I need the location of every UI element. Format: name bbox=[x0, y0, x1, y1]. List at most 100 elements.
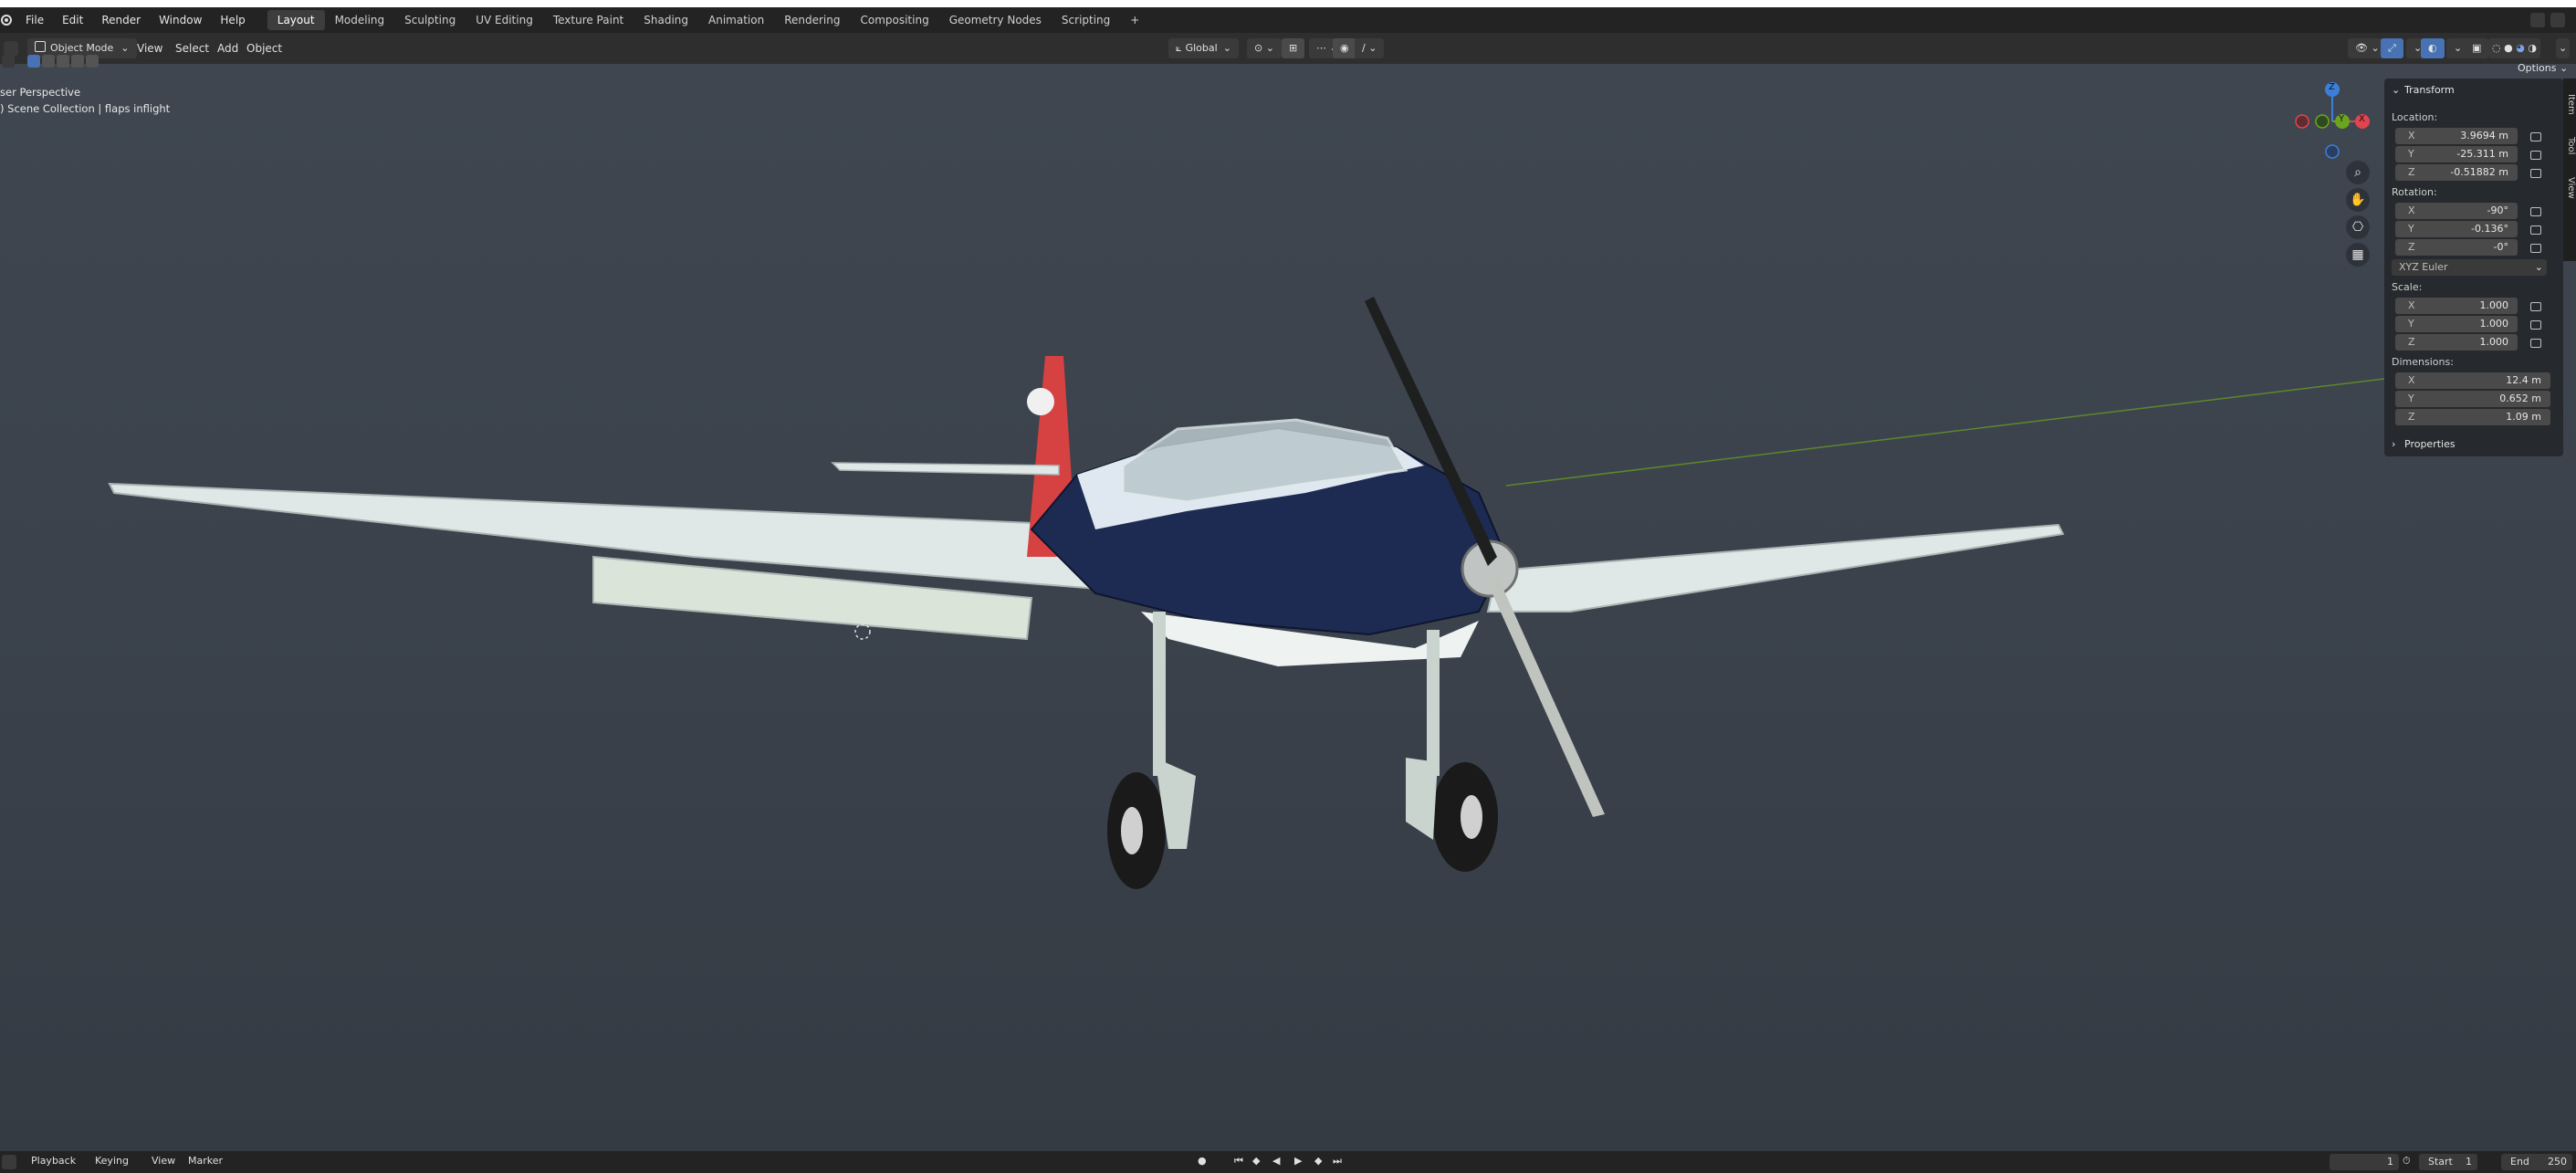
play-icon[interactable]: ▶ bbox=[1294, 1155, 1302, 1167]
menu-object[interactable]: Object bbox=[246, 38, 282, 58]
view-layer-icon[interactable] bbox=[2550, 13, 2565, 27]
menu-file[interactable]: File bbox=[16, 7, 53, 33]
tab-sculpting[interactable]: Sculpting bbox=[394, 10, 466, 30]
select-mode-invert-icon[interactable] bbox=[71, 55, 84, 68]
lock-icon[interactable] bbox=[2530, 169, 2541, 178]
menu-add[interactable]: Add bbox=[217, 38, 238, 58]
tab-texture-paint[interactable]: Texture Paint bbox=[543, 10, 634, 30]
rendered-shading-icon[interactable]: ◑ bbox=[2528, 42, 2537, 54]
lock-icon[interactable] bbox=[2530, 132, 2541, 141]
scene-selector-icon[interactable] bbox=[2530, 13, 2545, 27]
select-mode-new-icon[interactable] bbox=[27, 55, 40, 68]
gizmo-toggle[interactable]: ⤢ bbox=[2381, 38, 2403, 58]
current-frame-field[interactable]: 1 bbox=[2330, 1154, 2399, 1170]
menu-select[interactable]: Select bbox=[175, 38, 209, 58]
shading-dropdown[interactable]: ⌄ bbox=[2556, 38, 2571, 58]
airplane-model[interactable] bbox=[0, 64, 2576, 1151]
menu-edit[interactable]: Edit bbox=[53, 7, 92, 33]
tab-item[interactable]: Item bbox=[2563, 86, 2576, 122]
proportional-falloff-dropdown[interactable]: ∕ ⌄ bbox=[1355, 38, 1385, 58]
tab-animation[interactable]: Animation bbox=[698, 10, 774, 30]
scale-z-field[interactable]: Z 1.000 bbox=[2395, 334, 2518, 351]
xray-toggle[interactable]: ▣ bbox=[2465, 38, 2489, 58]
end-frame-field[interactable]: End 250 bbox=[2501, 1154, 2572, 1170]
dimensions-x-field[interactable]: X 12.4 m bbox=[2395, 372, 2550, 389]
tab-layout[interactable]: Layout bbox=[267, 10, 325, 30]
lock-icon[interactable] bbox=[2530, 151, 2541, 160]
select-mode-intersect-icon[interactable] bbox=[86, 55, 99, 68]
next-keyframe-icon[interactable]: ◆ bbox=[1314, 1155, 1322, 1167]
add-workspace-button[interactable]: + bbox=[1120, 10, 1149, 30]
tab-tool[interactable]: Tool bbox=[2563, 128, 2576, 164]
record-icon[interactable]: ● bbox=[1198, 1155, 1207, 1167]
zoom-icon[interactable]: ⌕ bbox=[2346, 161, 2370, 184]
3d-viewport[interactable]: ser Perspective ) Scene Collection | fla… bbox=[0, 55, 2576, 1151]
menu-marker[interactable]: Marker bbox=[188, 1155, 223, 1167]
play-reverse-icon[interactable]: ◀ bbox=[1272, 1155, 1280, 1167]
menu-view[interactable]: View bbox=[137, 38, 162, 58]
select-mode-subtract-icon[interactable] bbox=[57, 55, 69, 68]
blender-logo-icon[interactable] bbox=[0, 14, 13, 26]
lock-icon[interactable] bbox=[2530, 207, 2541, 216]
tab-view[interactable]: View bbox=[2563, 170, 2576, 206]
wireframe-shading-icon[interactable]: ◌ bbox=[2492, 42, 2501, 54]
rotation-x-field[interactable]: X -90° bbox=[2395, 203, 2518, 219]
dimensions-y-field[interactable]: Y 0.652 m bbox=[2395, 391, 2550, 407]
rotation-mode-dropdown[interactable]: XYZ Euler ⌄ bbox=[2392, 259, 2547, 276]
options-dropdown[interactable]: Options ⌄ bbox=[2510, 58, 2575, 79]
location-y-field[interactable]: Y -25.311 m bbox=[2395, 146, 2518, 162]
tab-scripting[interactable]: Scripting bbox=[1052, 10, 1120, 30]
navigation-gizmo[interactable]: Z X Y bbox=[2291, 80, 2373, 162]
scale-x-field[interactable]: X 1.000 bbox=[2395, 298, 2518, 314]
menu-help[interactable]: Help bbox=[211, 7, 254, 33]
material-shading-icon[interactable]: ◕ bbox=[2516, 42, 2525, 54]
menu-window[interactable]: Window bbox=[150, 7, 211, 33]
axis-label: Y bbox=[2408, 223, 2414, 235]
stopwatch-icon[interactable]: ⏱ bbox=[2403, 1155, 2411, 1168]
transform-header[interactable]: Transform bbox=[2404, 84, 2455, 96]
proportional-edit-toggle[interactable]: ◉ bbox=[1333, 38, 1356, 58]
tab-uv-editing[interactable]: UV Editing bbox=[466, 10, 543, 30]
solid-shading-icon[interactable]: ● bbox=[2504, 42, 2513, 54]
menu-render[interactable]: Render bbox=[92, 7, 150, 33]
axis-label: Y bbox=[2408, 148, 2414, 160]
select-tool-icon[interactable] bbox=[2, 55, 15, 68]
jump-start-icon[interactable]: ⏮ bbox=[1234, 1155, 1243, 1168]
lock-icon[interactable] bbox=[2530, 302, 2541, 311]
menu-view-timeline[interactable]: View bbox=[152, 1155, 175, 1167]
location-z-field[interactable]: Z -0.51882 m bbox=[2395, 164, 2518, 181]
editor-type-icon[interactable] bbox=[4, 41, 18, 56]
menu-keying[interactable]: Keying bbox=[95, 1155, 129, 1167]
pan-hand-icon[interactable]: ✋ bbox=[2346, 188, 2370, 212]
dimensions-z-field[interactable]: Z 1.09 m bbox=[2395, 409, 2550, 425]
location-x-field[interactable]: X 3.9694 m bbox=[2395, 128, 2518, 144]
rotation-z-field[interactable]: Z -0° bbox=[2395, 239, 2518, 256]
lock-icon[interactable] bbox=[2530, 320, 2541, 330]
transform-orientation-dropdown[interactable]: ⟀ Global ⌄ bbox=[1168, 38, 1239, 58]
tab-modeling[interactable]: Modeling bbox=[325, 10, 395, 30]
overlay-toggle[interactable]: ◐ bbox=[2421, 38, 2445, 58]
tab-rendering[interactable]: Rendering bbox=[774, 10, 850, 30]
jump-end-icon[interactable]: ⏭ bbox=[1333, 1155, 1342, 1168]
rotation-y-field[interactable]: Y -0.136° bbox=[2395, 221, 2518, 237]
camera-view-icon[interactable]: ⎔ bbox=[2346, 215, 2370, 239]
properties-header[interactable]: Properties bbox=[2404, 438, 2456, 450]
tab-geometry-nodes[interactable]: Geometry Nodes bbox=[939, 10, 1052, 30]
chevron-right-icon[interactable]: › bbox=[2392, 438, 2395, 450]
collapse-transform-icon[interactable]: ⌄ bbox=[2392, 84, 2400, 96]
tab-shading[interactable]: Shading bbox=[634, 10, 698, 30]
shading-modes[interactable]: ◌ ● ◕ ◑ bbox=[2488, 38, 2540, 58]
timeline-editor-icon[interactable] bbox=[2, 1155, 16, 1169]
pivot-point-button[interactable]: ⊙ ⌄ bbox=[1247, 38, 1282, 58]
lock-icon[interactable] bbox=[2530, 339, 2541, 348]
select-mode-extend-icon[interactable] bbox=[42, 55, 55, 68]
lock-icon[interactable] bbox=[2530, 225, 2541, 235]
lock-icon[interactable] bbox=[2530, 244, 2541, 253]
ortho-toggle-icon[interactable]: ▦ bbox=[2346, 243, 2370, 267]
scale-y-field[interactable]: Y 1.000 bbox=[2395, 316, 2518, 332]
tab-compositing[interactable]: Compositing bbox=[850, 10, 938, 30]
prev-keyframe-icon[interactable]: ◆ bbox=[1252, 1155, 1260, 1167]
menu-playback[interactable]: Playback bbox=[31, 1155, 76, 1167]
start-frame-field[interactable]: Start 1 bbox=[2419, 1154, 2477, 1170]
snap-toggle[interactable]: ⊞ bbox=[1282, 38, 1305, 58]
